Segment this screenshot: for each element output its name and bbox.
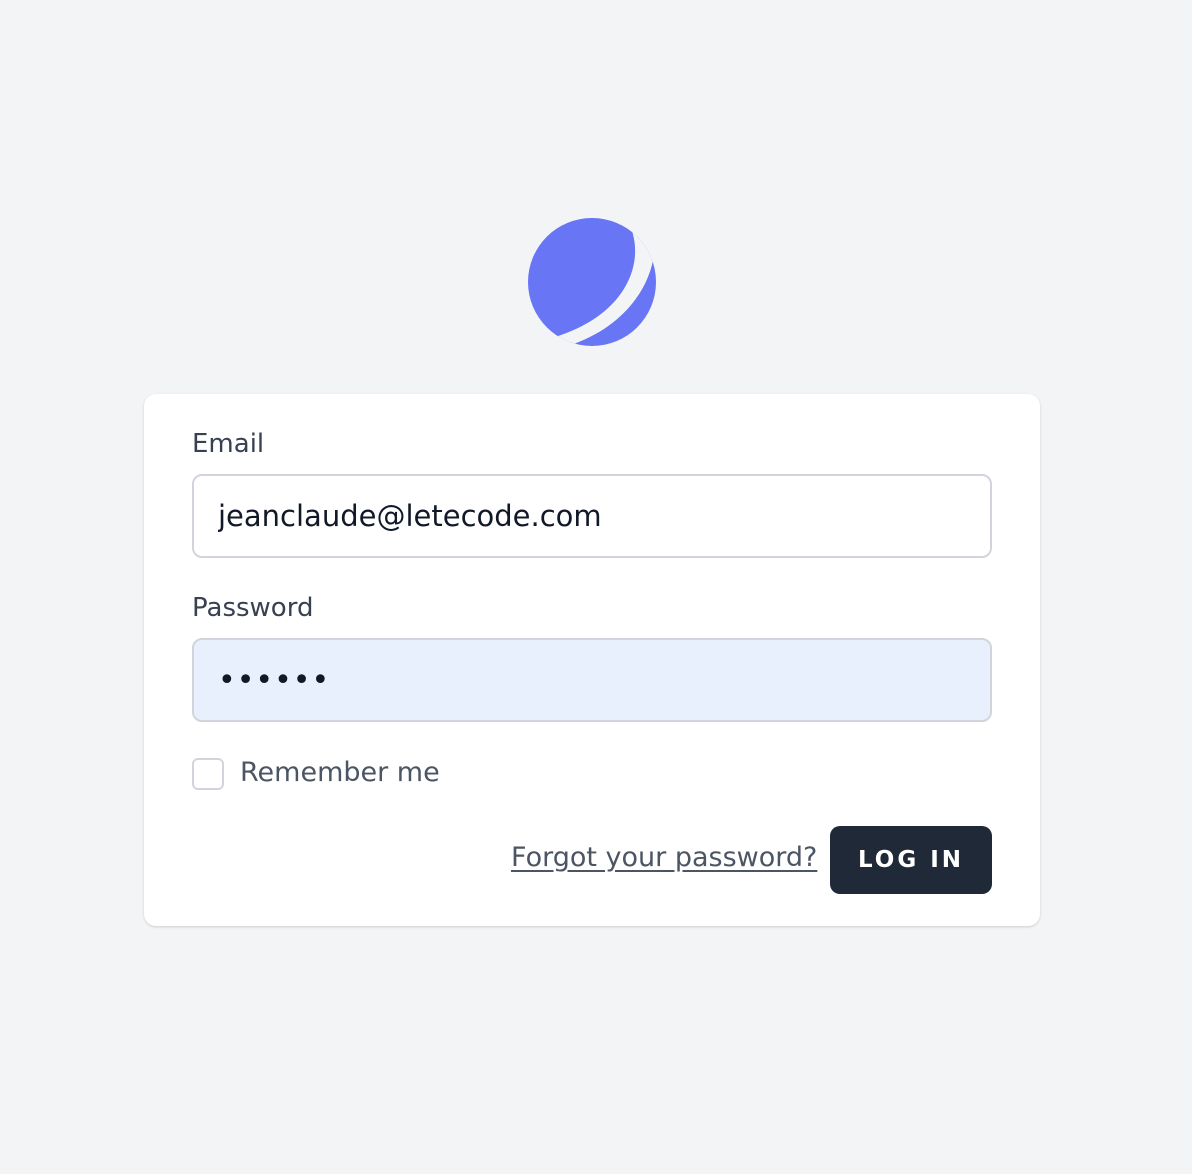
app-logo-icon	[528, 218, 656, 346]
remember-me-label[interactable]: Remember me	[240, 756, 440, 790]
email-field[interactable]	[192, 474, 992, 558]
forgot-password-link[interactable]: Forgot your password?	[511, 841, 817, 875]
login-button[interactable]: LOG IN	[830, 826, 992, 894]
password-label: Password	[192, 593, 314, 623]
email-label: Email	[192, 429, 265, 459]
password-field[interactable]	[192, 638, 992, 722]
remember-me-checkbox[interactable]	[192, 758, 224, 790]
login-card: Email Password Remember me Forgot your p…	[144, 394, 1040, 926]
